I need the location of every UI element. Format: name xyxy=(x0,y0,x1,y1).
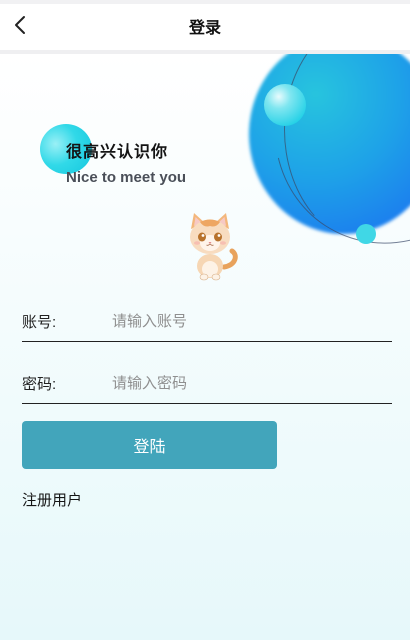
welcome-subtitle: Nice to meet you xyxy=(66,169,187,186)
account-label: 账号: xyxy=(22,314,57,331)
account-input[interactable] xyxy=(112,307,382,335)
decorative-bubble-small xyxy=(264,84,306,126)
kitten-avatar-icon xyxy=(190,213,238,281)
page-title: 登录 xyxy=(188,20,221,37)
welcome-title: 很高兴认识你 xyxy=(66,144,169,161)
password-input[interactable] xyxy=(112,369,382,397)
password-row: 密码: xyxy=(22,363,392,404)
account-row: 账号: xyxy=(22,301,392,342)
app-header: 登录 xyxy=(0,0,410,50)
register-link[interactable]: 注册用户 xyxy=(22,489,82,510)
decorative-dot xyxy=(356,224,376,244)
status-strip xyxy=(0,0,410,4)
login-screen: 很高兴认识你 Nice to meet you 账号: 请输入账号 密码: 登陆… xyxy=(0,54,410,640)
password-label: 密码: xyxy=(22,376,57,393)
login-button[interactable]: 登陆 xyxy=(22,421,277,469)
